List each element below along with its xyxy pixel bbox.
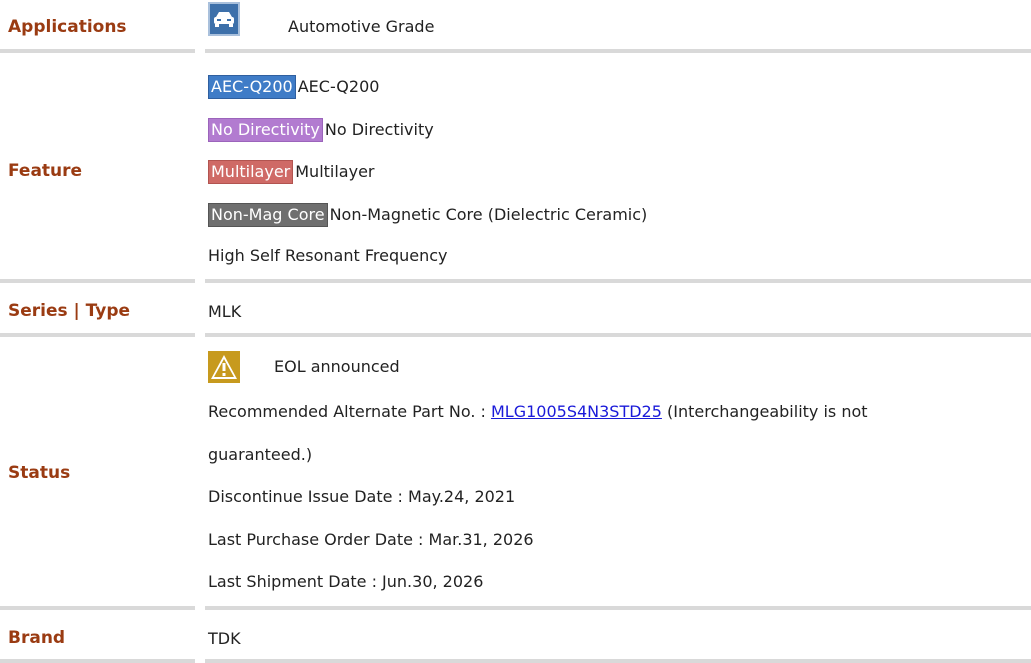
non-mag-core-tag: Non-Mag Core [208,203,328,227]
feature-item: Non-Mag Core Non-Magnetic Core (Dielectri… [208,203,647,227]
alternate-part-link[interactable]: MLG1005S4N3STD25 [491,402,662,421]
row-divider [0,279,195,283]
alternate-part-suffix: (Interchangeability is not [661,402,868,421]
row-divider [205,659,1031,663]
feature-item: No Directivity No Directivity [208,118,434,142]
car-icon [208,2,240,36]
row-divider [205,279,1031,283]
brand-label: Brand [8,628,66,648]
feature-item-text: Non-Magnetic Core (Dielectric Ceramic) [329,205,648,224]
warning-icon [208,351,240,383]
feature-item: Multilayer Multilayer [208,160,375,184]
applications-label: Applications [8,17,127,37]
brand-value: TDK [208,629,241,648]
row-divider [205,606,1031,610]
row-divider [0,659,195,663]
feature-label: Feature [8,161,83,181]
row-divider [0,606,195,610]
feature-item-text: AEC-Q200 [297,77,380,96]
feature-item-text: No Directivity [324,120,434,139]
alternate-part-prefix: Recommended Alternate Part No. : [208,402,491,421]
row-divider [205,49,1031,53]
feature-item: AEC-Q200 AEC-Q200 [208,75,379,99]
multilayer-tag: Multilayer [208,160,294,184]
aec-q200-tag: AEC-Q200 [208,75,296,99]
row-divider [0,333,195,337]
last-shipment-date: Last Shipment Date : Jun.30, 2026 [208,572,484,591]
no-directivity-tag: No Directivity [208,118,323,142]
status-label: Status [8,463,71,483]
feature-extra: High Self Resonant Frequency [208,246,448,265]
series-value: MLK [208,302,242,321]
series-label: Series | Type [8,301,131,321]
alternate-part-line: Recommended Alternate Part No. : MLG1005… [208,402,868,422]
last-order-date: Last Purchase Order Date : Mar.31, 2026 [208,530,534,549]
row-divider [205,333,1031,337]
discontinue-date: Discontinue Issue Date : May.24, 2021 [208,487,516,506]
feature-item-text: Multilayer [295,162,375,181]
status-value: EOL announced [274,357,400,376]
applications-value: Automotive Grade [288,17,435,36]
row-divider [0,49,195,53]
alternate-part-suffix-2: guaranteed.) [208,445,313,464]
